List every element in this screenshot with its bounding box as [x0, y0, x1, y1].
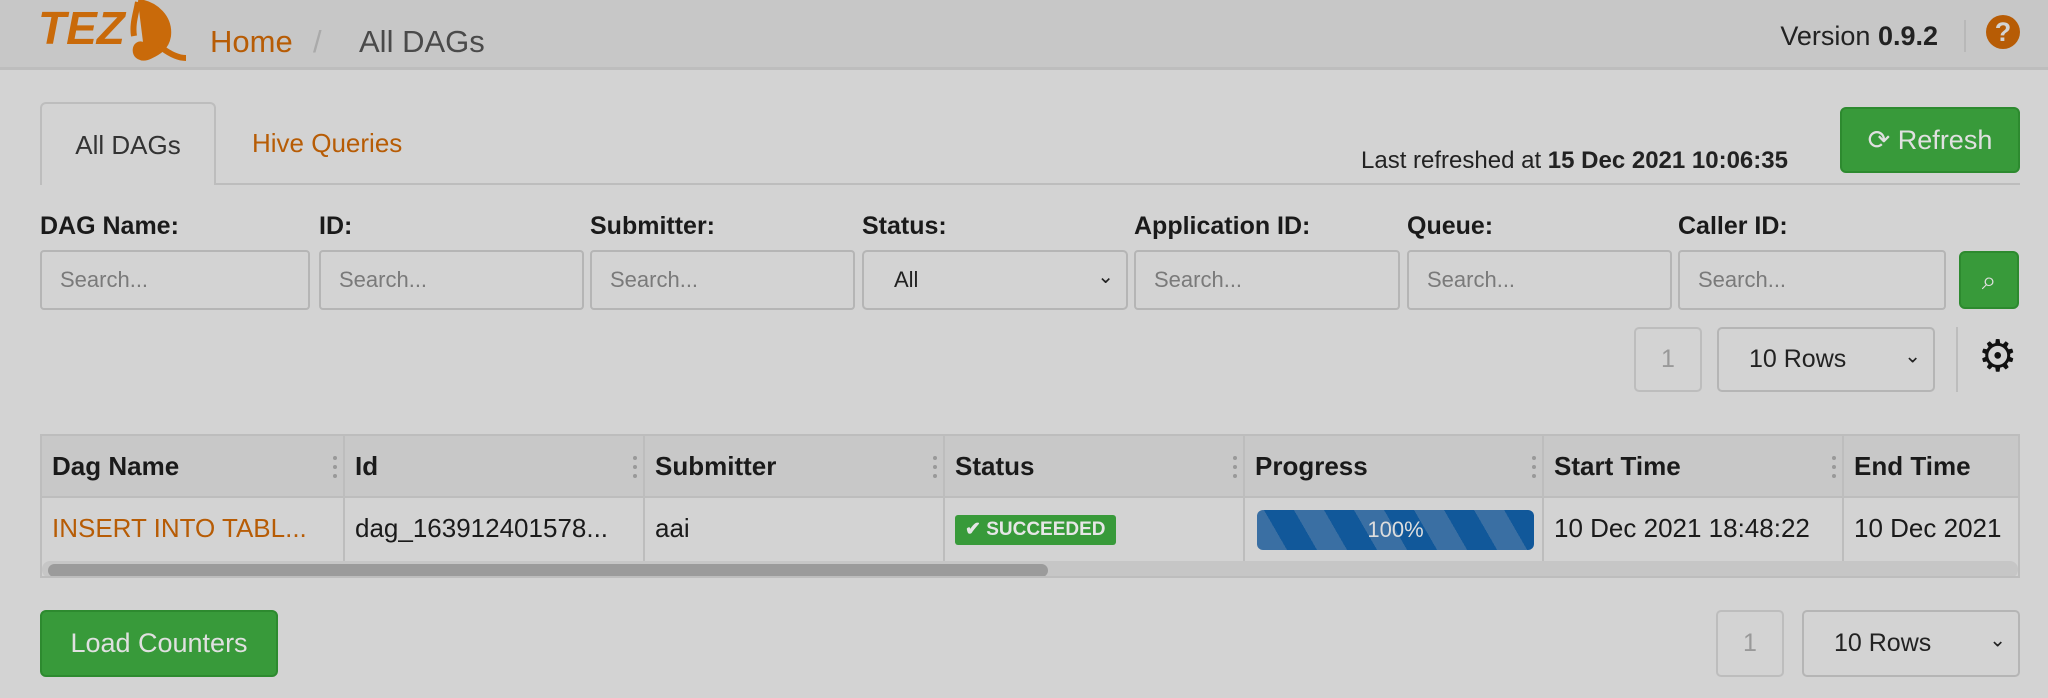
search-button[interactable]: ⌕ — [1959, 251, 2019, 309]
caller-id-search-input[interactable] — [1678, 250, 1946, 310]
progress-cell: 100% — [1245, 498, 1544, 561]
end-time-cell: 10 Dec 2021 — [1854, 513, 2002, 543]
divider — [1964, 20, 1966, 52]
column-header-label: End Time — [1854, 451, 1971, 481]
page-number-button[interactable]: 1 — [1716, 610, 1784, 677]
refresh-label: Refresh — [1897, 125, 1993, 155]
horizontal-scrollbar[interactable] — [42, 561, 2018, 576]
column-header-submitter[interactable]: Submitter — [645, 436, 945, 496]
submitter-cell: aai — [645, 498, 945, 561]
column-header-label: Progress — [1255, 451, 1368, 481]
column-resize-handle[interactable] — [633, 456, 637, 478]
column-resize-handle[interactable] — [1832, 456, 1836, 478]
breadcrumb-separator: / — [313, 24, 322, 59]
load-counters-button[interactable]: Load Counters — [40, 610, 278, 677]
rows-per-page-select[interactable]: 10 Rows ⌄ — [1717, 327, 1935, 392]
last-refreshed-time: 15 Dec 2021 10:06:35 — [1547, 147, 1788, 174]
column-header-label: Submitter — [655, 451, 777, 481]
column-resize-handle[interactable] — [333, 456, 337, 478]
filter-label-status: Status: — [862, 212, 947, 240]
scrollbar-thumb[interactable] — [48, 564, 1048, 576]
table-row: INSERT INTO TABL... dag_163912401578... … — [42, 498, 2018, 561]
column-header-label: Status — [955, 451, 1035, 481]
refresh-button[interactable]: ⟳ Refresh — [1840, 107, 2020, 173]
filter-label-id: ID: — [319, 212, 353, 240]
divider — [1956, 327, 1958, 392]
status-select-value: All — [894, 267, 919, 292]
svg-text:TEZ: TEZ — [38, 2, 127, 54]
dag-id-cell: dag_163912401578... — [345, 498, 645, 561]
version-text: Version 0.9.2 — [1780, 21, 1938, 52]
column-header-status[interactable]: Status — [945, 436, 1245, 496]
column-header-start-time[interactable]: Start Time — [1544, 436, 1844, 496]
tab-all-dags[interactable]: All DAGs — [40, 102, 216, 185]
status-badge: ✔ SUCCEEDED — [955, 515, 1116, 546]
chevron-down-icon: ⌄ — [1904, 344, 1921, 367]
breadcrumb-home[interactable]: Home — [210, 24, 293, 60]
gear-icon[interactable]: ⚙ — [1978, 335, 2022, 379]
last-refreshed-label: Last refreshed at — [1361, 147, 1542, 174]
version-number: 0.9.2 — [1877, 21, 1938, 51]
dags-table: Dag Name Id Submitter Status Progress St… — [40, 434, 2020, 578]
column-resize-handle[interactable] — [1233, 456, 1237, 478]
column-header-dag-name[interactable]: Dag Name — [42, 436, 345, 496]
id-search-input[interactable] — [319, 250, 584, 310]
status-label: SUCCEEDED — [986, 519, 1106, 541]
column-header-progress[interactable]: Progress — [1245, 436, 1544, 496]
status-cell: ✔ SUCCEEDED — [945, 498, 1245, 561]
column-header-label: Start Time — [1554, 451, 1681, 481]
start-time-cell: 10 Dec 2021 18:48:22 — [1544, 498, 1844, 561]
column-header-end-time[interactable]: End Time — [1844, 436, 2018, 496]
progress-bar: 100% — [1257, 510, 1534, 550]
last-refreshed: Last refreshed at 15 Dec 2021 10:06:35 — [1361, 147, 1788, 175]
version-label: Version — [1780, 21, 1871, 51]
column-header-label: Id — [355, 451, 379, 481]
filter-label-dag-name: DAG Name: — [40, 212, 179, 240]
check-icon: ✔ — [965, 519, 981, 541]
column-resize-handle[interactable] — [1532, 456, 1536, 478]
filter-label-caller-id: Caller ID: — [1678, 212, 1788, 240]
rows-select-value: 10 Rows — [1749, 345, 1847, 373]
breadcrumb-current: All DAGs — [359, 24, 485, 59]
column-resize-handle[interactable] — [933, 456, 937, 478]
rows-per-page-select[interactable]: 10 Rows ⌄ — [1802, 610, 2020, 677]
chevron-down-icon: ⌄ — [1989, 628, 2006, 651]
submitter-search-input[interactable] — [590, 250, 855, 310]
chevron-down-icon: ⌄ — [1097, 266, 1114, 289]
top-nav-bar — [0, 0, 2048, 70]
filter-label-submitter: Submitter: — [590, 212, 715, 240]
dag-name-link[interactable]: INSERT INTO TABL... — [42, 498, 345, 561]
dag-name-search-input[interactable] — [40, 250, 310, 310]
application-id-search-input[interactable] — [1134, 250, 1400, 310]
tab-hive-queries[interactable]: Hive Queries — [222, 102, 432, 185]
column-header-id[interactable]: Id — [345, 436, 645, 496]
search-icon: ⌕ — [1981, 265, 1997, 295]
table-header-row: Dag Name Id Submitter Status Progress St… — [42, 436, 2018, 498]
tez-logo[interactable]: TEZ — [38, 0, 188, 64]
refresh-icon: ⟳ — [1867, 125, 1891, 155]
page-number-button[interactable]: 1 — [1634, 327, 1702, 392]
question-circle-icon[interactable]: ? — [1986, 15, 2020, 49]
filter-label-application-id: Application ID: — [1134, 212, 1311, 240]
status-select[interactable]: All ⌄ — [862, 250, 1128, 310]
filter-label-queue: Queue: — [1407, 212, 1494, 240]
queue-search-input[interactable] — [1407, 250, 1672, 310]
column-header-label: Dag Name — [52, 451, 180, 481]
rows-select-value: 10 Rows — [1834, 629, 1932, 657]
